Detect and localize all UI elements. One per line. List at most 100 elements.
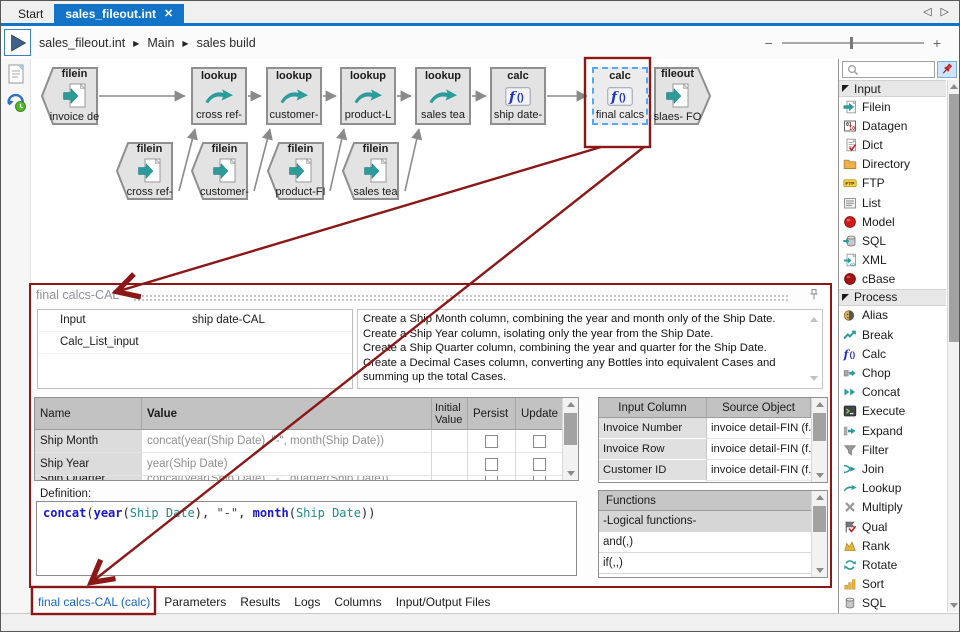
function-row-and[interactable]: and(,) [599,532,811,553]
function-row-logical-functions[interactable]: -Logical functions- [599,511,811,532]
palette-item-input-dict[interactable]: Dict [839,135,946,154]
node-cross-ref[interactable]: lookupcross ref- [191,67,247,125]
palette-item-input-filein[interactable]: Filein [839,97,946,116]
palette-item-process-break[interactable]: Break [839,325,946,344]
palette-item-process-expand[interactable]: Expand [839,421,946,440]
palette-item-input-ftp[interactable]: FTPFTP [839,174,946,193]
node-ship-date[interactable]: calcf()ship date- [490,67,546,125]
pin-button[interactable] [937,61,957,78]
palette-section-input[interactable]: Input [839,80,946,97]
scroll-down-arrow-icon[interactable] [948,599,960,612]
palette-item-input-directory[interactable]: Directory [839,155,946,174]
node-final-calcs[interactable]: calcf()final calcs [592,67,648,125]
palette-item-process-concat[interactable]: Concat [839,383,946,402]
palette-item-process-calc[interactable]: f()Calc [839,344,946,363]
node-product-l[interactable]: lookupproduct-L [340,67,396,125]
palette-item-process-sql[interactable]: SQL [839,594,946,613]
palette-item-process-join[interactable]: Join [839,459,946,478]
persist-checkbox[interactable] [485,435,498,448]
breadcrumb-item-sales-build[interactable]: sales build [197,36,256,50]
palette-item-process-filter[interactable]: Filter [839,440,946,459]
node-invoice-de[interactable]: fileininvoice de [41,67,98,125]
attr-value-cell[interactable]: concat(year(Ship Date), "-", month(Ship … [142,430,432,453]
bottom-tab-results[interactable]: Results [240,595,280,609]
scrollbar-thumb[interactable] [813,413,826,441]
tab-start[interactable]: Start [7,4,54,23]
update-checkbox[interactable] [533,458,546,471]
scroll-down-arrow-icon[interactable] [563,467,578,480]
attr-table-row[interactable]: Ship Monthconcat(year(Ship Date), "-", m… [35,430,564,453]
palette-item-input-sql[interactable]: SQL [839,231,946,250]
attr-initial-value-cell[interactable] [432,430,468,453]
palette-item-process-lookup[interactable]: Lookup [839,479,946,498]
scrollbar-thumb[interactable] [564,413,577,445]
scroll-up-arrow-icon[interactable] [563,398,578,411]
palette-item-process-sort[interactable]: Sort [839,575,946,594]
scrollbar-thumb[interactable] [813,506,826,532]
node-slaes-fo[interactable]: fileoutslaes- FO [654,67,711,125]
breadcrumb-item-main[interactable]: Main [147,36,174,50]
breadcrumb-item-sales-fileout-int[interactable]: sales_fileout.int [39,36,125,50]
scrollbar[interactable] [562,398,578,480]
bottom-tab-final-calcs-cal-calc[interactable]: final calcs-CAL (calc) [38,595,150,609]
persist-checkbox[interactable] [485,458,498,471]
palette-item-process-qual[interactable]: Qual [839,517,946,536]
scroll-down-arrow-icon[interactable] [812,564,827,577]
scroll-up-icon[interactable] [810,317,818,322]
scroll-down-icon[interactable] [810,376,818,381]
node-customer[interactable]: lookupcustomer- [266,67,322,125]
node-cross-ref[interactable]: fileincross ref- [116,142,173,200]
node-customer[interactable]: fileincustomer- [191,142,248,200]
persist-checkbox[interactable] [485,476,498,481]
node-product-fi[interactable]: fileinproduct-FI [267,142,324,200]
node-sales-tea[interactable]: lookupsales tea [415,67,471,125]
tab-scroll-left-icon[interactable]: ◁ [923,5,931,18]
palette-scrollbar-thumb[interactable] [949,94,959,342]
palette-item-process-rotate[interactable]: Rotate [839,555,946,574]
input-binding-row[interactable]: Calc_List_input [38,332,352,354]
attr-table-row[interactable]: Ship Quarterconcat(year(Ship Date), "-",… [35,476,564,481]
tab-scroll-right-icon[interactable]: ▷ [941,5,949,18]
palette-section-process[interactable]: Process [839,289,946,306]
attr-table-row[interactable]: Ship Yearyear(Ship Date) [35,453,564,476]
refresh-schedule-icon[interactable] [4,90,28,114]
report-icon[interactable] [4,62,28,86]
zoom-slider-track[interactable] [782,42,924,44]
bottom-tab-input-output-files[interactable]: Input/Output Files [396,595,491,609]
palette-item-process-rank[interactable]: Rank [839,536,946,555]
description-box[interactable]: Create a Ship Month column, combining th… [357,309,823,389]
update-checkbox[interactable] [533,476,546,481]
function-row-if[interactable]: if(,,) [599,553,811,574]
palette-item-input-cbase[interactable]: cBase [839,270,946,289]
attr-initial-value-cell[interactable] [432,453,468,476]
attr-value-cell[interactable]: concat(year(Ship Date), "-", quarter(Shi… [142,476,432,481]
palette-search-input[interactable] [860,63,934,77]
input-column-row[interactable]: Invoice Numberinvoice detail-FIN (f... [599,418,811,439]
input-binding-row[interactable]: Inputship date-CAL [38,310,352,332]
bottom-tab-parameters[interactable]: Parameters [164,595,226,609]
scroll-up-arrow-icon[interactable] [948,80,960,93]
palette-item-process-alias[interactable]: Alias [839,306,946,325]
palette-item-input-list[interactable]: List [839,193,946,212]
scroll-down-arrow-icon[interactable] [812,469,827,482]
zoom-slider-thumb[interactable] [850,37,853,49]
update-checkbox[interactable] [533,435,546,448]
panel-drag-handle[interactable] [133,294,788,302]
attr-initial-value-cell[interactable] [432,476,468,481]
functions-table[interactable]: Functions-Logical functions-and(,)if(,,) [598,490,828,578]
palette-item-process-execute[interactable]: Execute [839,402,946,421]
input-column-row[interactable]: Customer IDinvoice detail-FIN (f... [599,460,811,481]
bottom-tab-logs[interactable]: Logs [294,595,320,609]
tab-close-icon[interactable]: ✕ [164,7,173,20]
calc-attributes-table[interactable]: NameValueInitial ValuePersistUpdateShip … [34,397,579,481]
palette-scrollbar[interactable] [947,80,960,612]
input-bindings-table[interactable]: Inputship date-CALCalc_List_input [37,309,353,389]
run-button[interactable] [4,29,31,56]
bottom-tab-columns[interactable]: Columns [334,595,381,609]
definition-editor[interactable]: concat(year(Ship Date), "-", month(Ship … [36,501,577,576]
zoom-out-button[interactable]: − [765,35,773,51]
palette-item-process-chop[interactable]: Chop [839,363,946,382]
attr-value-cell[interactable]: year(Ship Date) [142,453,432,476]
zoom-in-button[interactable]: + [933,35,941,51]
tab-sales-fileout-int[interactable]: sales_fileout.int ✕ [54,4,184,23]
